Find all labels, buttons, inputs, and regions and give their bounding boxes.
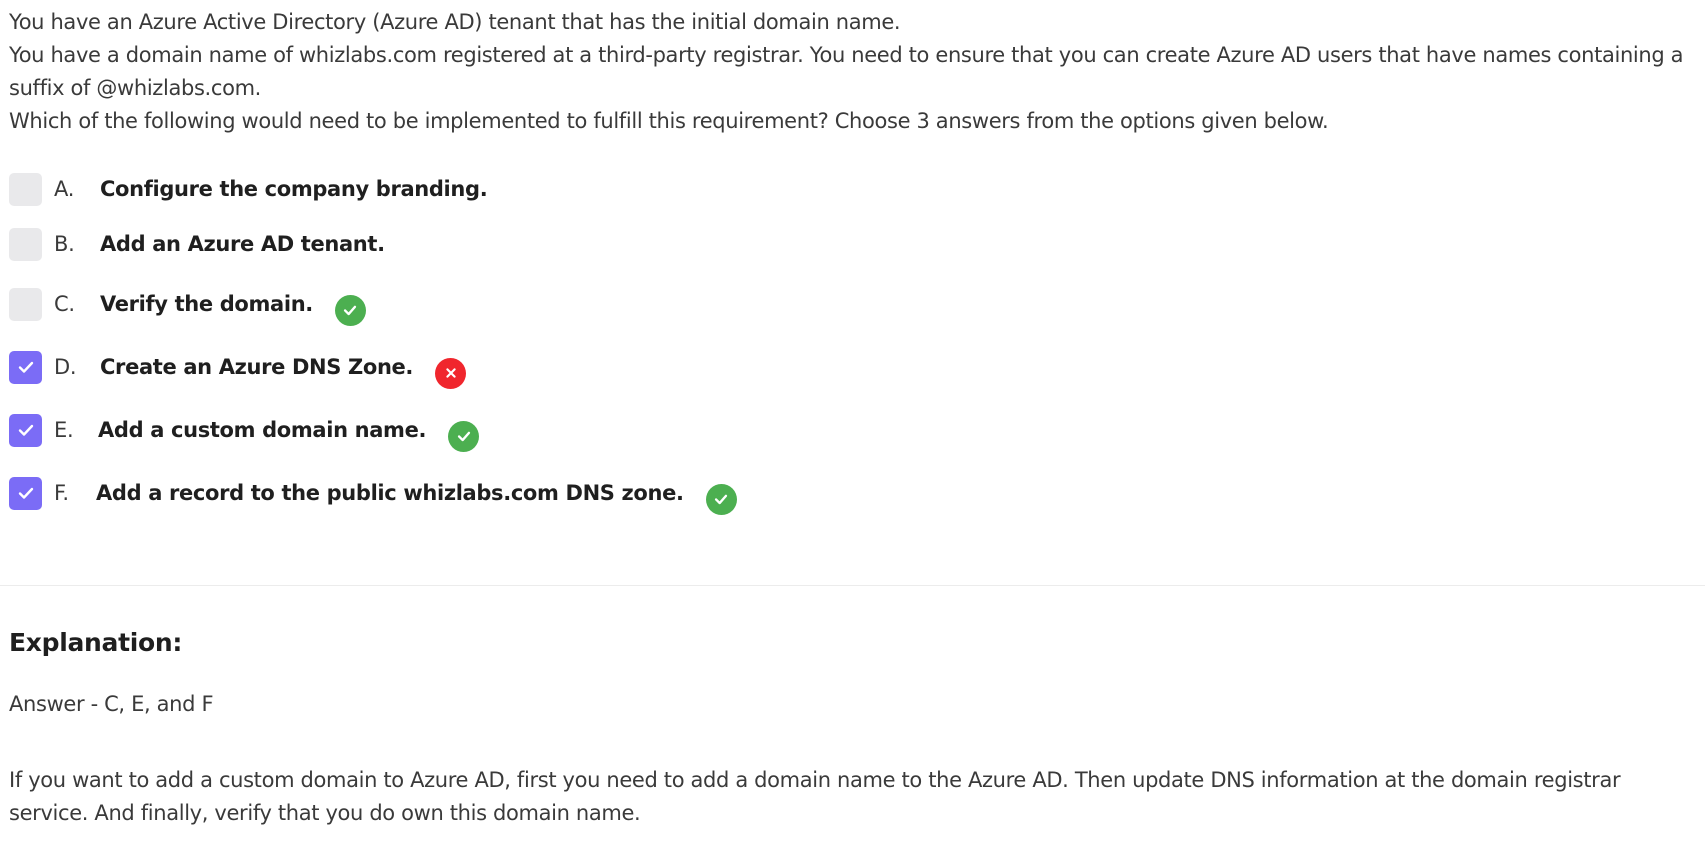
explanation-title: Explanation: — [9, 628, 183, 657]
option-d-label[interactable]: Create an Azure DNS Zone. — [100, 355, 413, 379]
option-e-checkbox[interactable] — [9, 413, 42, 447]
option-a-checkbox[interactable] — [9, 172, 42, 206]
option-e-label[interactable]: Add a custom domain name. — [98, 418, 426, 442]
option-d-checkbox[interactable] — [9, 350, 42, 384]
option-c-label[interactable]: Verify the domain. — [100, 292, 313, 316]
option-b-checkbox[interactable] — [9, 227, 42, 261]
option-c-checkbox[interactable] — [9, 287, 42, 321]
answer-summary: Answer - C, E, and F — [9, 692, 214, 716]
option-f-letter: F. — [54, 481, 69, 505]
option-b-label[interactable]: Add an Azure AD tenant. — [100, 232, 385, 256]
option-d[interactable]: D. Create an Azure DNS Zone. — [9, 349, 467, 389]
option-f-label[interactable]: Add a record to the public whizlabs.com … — [96, 481, 684, 505]
answer-options: A. Configure the company branding. B. Ad… — [9, 0, 909, 520]
section-divider — [0, 585, 1705, 586]
option-f-checkbox[interactable] — [9, 476, 42, 510]
option-b-letter: B. — [54, 232, 75, 256]
option-c-letter: C. — [54, 292, 75, 316]
option-f[interactable]: F. Add a record to the public whizlabs.c… — [9, 475, 737, 515]
checkmark-icon — [18, 487, 33, 499]
option-c[interactable]: C. Verify the domain. — [9, 286, 366, 326]
checkmark-icon — [18, 424, 33, 436]
correct-check-icon — [705, 483, 737, 515]
correct-check-icon — [448, 420, 480, 452]
option-a-label[interactable]: Configure the company branding. — [100, 177, 488, 201]
option-b[interactable]: B. Add an Azure AD tenant. — [9, 226, 385, 262]
option-a-letter: A. — [54, 177, 75, 201]
option-d-letter: D. — [54, 355, 77, 379]
option-e-letter: E. — [54, 418, 74, 442]
wrong-x-icon — [435, 357, 467, 389]
checkmark-icon — [18, 361, 33, 373]
option-e[interactable]: E. Add a custom domain name. — [9, 412, 480, 452]
option-a[interactable]: A. Configure the company branding. — [9, 171, 488, 207]
correct-check-icon — [334, 294, 366, 326]
explanation-body: If you want to add a custom domain to Az… — [9, 768, 1621, 825]
